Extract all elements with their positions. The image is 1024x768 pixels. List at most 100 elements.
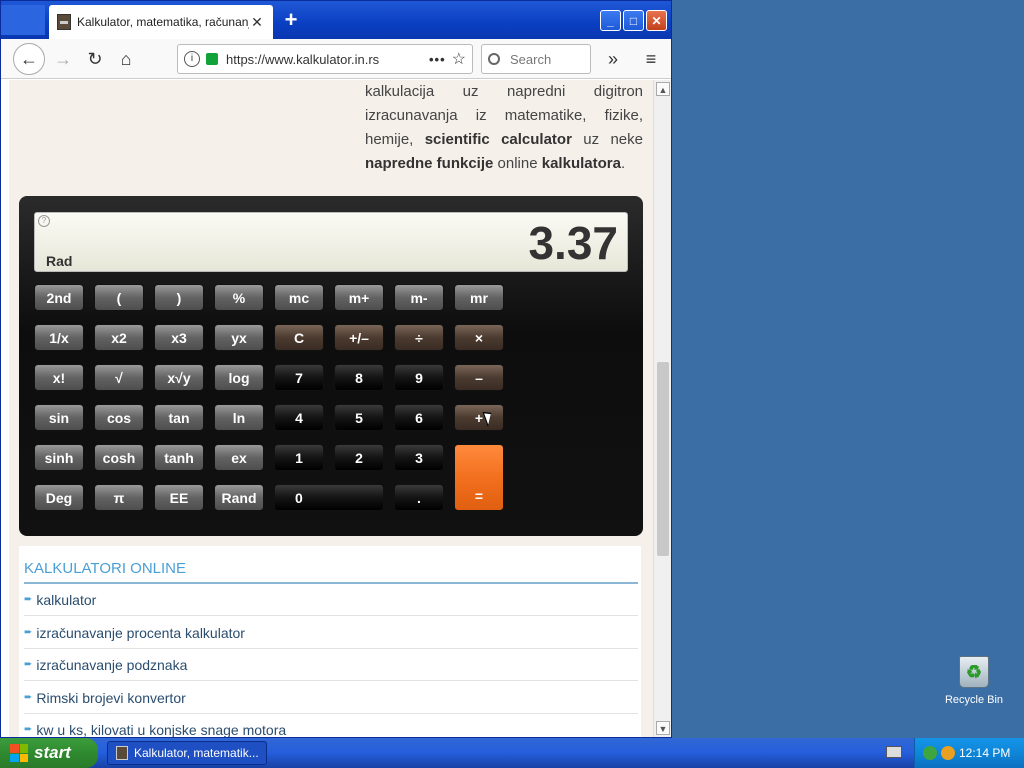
home-icon: ⌂ [120, 48, 132, 69]
key-cube[interactable]: x3 [154, 324, 204, 351]
taskbar: start Kalkulator, matematik... 12:14 PM [0, 738, 1024, 768]
key-square[interactable]: x2 [94, 324, 144, 351]
key-cosh[interactable]: cosh [94, 444, 144, 471]
start-label: start [34, 743, 71, 762]
calculators-list: KALKULATORI ONLINE ➨ kalkulator ➨ izračuna… [19, 546, 641, 737]
back-button[interactable]: ← [13, 43, 45, 75]
keyboard-icon[interactable] [886, 746, 902, 758]
reload-icon: ↻ [87, 48, 103, 69]
key-multiply[interactable]: × [454, 324, 504, 351]
help-icon[interactable]: ? [38, 215, 50, 227]
key-rand[interactable]: Rand [214, 484, 264, 511]
forward-button[interactable]: → [49, 45, 77, 73]
key-close-paren[interactable]: ) [154, 284, 204, 311]
network-icon[interactable] [923, 746, 937, 760]
page-actions-icon[interactable]: ••• [429, 52, 446, 67]
close-button[interactable]: ✕ [646, 10, 667, 31]
scroll-up-icon[interactable]: ▲ [656, 82, 670, 96]
key-1[interactable]: 1 [274, 444, 324, 471]
key-open-paren[interactable]: ( [94, 284, 144, 311]
bookmark-star-icon[interactable]: ☆ [452, 49, 466, 69]
key-sinh[interactable]: sinh [34, 444, 84, 471]
calculator-favicon-icon [116, 746, 128, 760]
overflow-button[interactable]: » [599, 45, 627, 73]
list-item[interactable]: ➨ kalkulator [24, 584, 638, 616]
tab-kalkulator[interactable]: Kalkulator, matematika, računanje ✕ [49, 5, 273, 39]
key-tan[interactable]: tan [154, 404, 204, 431]
key-4[interactable]: 4 [274, 404, 324, 431]
arrow-right-icon: ➨ [24, 594, 33, 605]
key-add[interactable]: + [454, 404, 504, 431]
task-label: Kalkulator, matematik... [134, 746, 259, 760]
tab-strip-left [1, 5, 45, 35]
key-divide[interactable]: ÷ [394, 324, 444, 351]
list-item[interactable]: ➨ Rimski brojevi konvertor [24, 682, 638, 714]
key-ln[interactable]: ln [214, 404, 264, 431]
start-button[interactable]: start [0, 738, 98, 768]
calculators-heading: KALKULATORI ONLINE [24, 560, 186, 577]
title-bar[interactable]: Kalkulator, matematika, računanje ✕ + _ … [1, 1, 671, 39]
search-box[interactable]: Search [481, 44, 591, 74]
address-bar[interactable]: i https://www.kalkulator.in.rs ••• ☆ [177, 44, 473, 74]
key-mc[interactable]: mc [274, 284, 324, 311]
key-reciprocal[interactable]: 1/x [34, 324, 84, 351]
tab-close-icon[interactable]: ✕ [249, 14, 265, 31]
intro-text: kalkulacija uz napredni digitron izracun… [365, 83, 643, 172]
vertical-scrollbar[interactable]: ▲ ▼ [653, 80, 671, 737]
key-5[interactable]: 5 [334, 404, 384, 431]
key-tanh[interactable]: tanh [154, 444, 204, 471]
search-tray-icon[interactable] [941, 746, 955, 760]
minimize-button[interactable]: _ [600, 10, 621, 31]
list-item[interactable]: ➨ kw u ks, kilovati u konjske snage motor… [24, 714, 638, 738]
clock: 12:14 PM [959, 746, 1011, 760]
key-sqrt[interactable]: √ [94, 364, 144, 391]
key-sin[interactable]: sin [34, 404, 84, 431]
scroll-thumb[interactable] [657, 362, 669, 556]
key-equals[interactable]: = [454, 444, 504, 511]
key-m-plus[interactable]: m+ [334, 284, 384, 311]
key-clear[interactable]: C [274, 324, 324, 351]
key-factorial[interactable]: x! [34, 364, 84, 391]
key-percent[interactable]: % [214, 284, 264, 311]
key-6[interactable]: 6 [394, 404, 444, 431]
maximize-button[interactable]: □ [623, 10, 644, 31]
key-sign[interactable]: +/– [334, 324, 384, 351]
key-nth-root[interactable]: x√y [154, 364, 204, 391]
key-deg[interactable]: Deg [34, 484, 84, 511]
key-7[interactable]: 7 [274, 364, 324, 391]
recycle-bin-label: Recycle Bin [944, 694, 1004, 706]
taskbar-item-browser[interactable]: Kalkulator, matematik... [107, 741, 267, 765]
key-8[interactable]: 8 [334, 364, 384, 391]
key-mr[interactable]: mr [454, 284, 504, 311]
key-2nd[interactable]: 2nd [34, 284, 84, 311]
key-pi[interactable]: π [94, 484, 144, 511]
calculator-display: ? Rad 3.37 [34, 212, 628, 272]
window-controls: _ □ ✕ [600, 10, 667, 31]
home-button[interactable]: ⌂ [112, 45, 140, 73]
key-m-minus[interactable]: m- [394, 284, 444, 311]
key-power[interactable]: yx [214, 324, 264, 351]
key-subtract[interactable]: – [454, 364, 504, 391]
key-0[interactable]: 0 [274, 484, 384, 511]
key-3[interactable]: 3 [394, 444, 444, 471]
key-cos[interactable]: cos [94, 404, 144, 431]
hamburger-menu-icon[interactable]: ≡ [637, 45, 665, 73]
key-log[interactable]: log [214, 364, 264, 391]
arrow-right-icon: ➨ [24, 659, 33, 670]
key-exp[interactable]: ex [214, 444, 264, 471]
scroll-down-icon[interactable]: ▼ [656, 721, 670, 735]
key-2[interactable]: 2 [334, 444, 384, 471]
reload-button[interactable]: ↻ [81, 45, 109, 73]
key-ee[interactable]: EE [154, 484, 204, 511]
key-9[interactable]: 9 [394, 364, 444, 391]
list-item[interactable]: ➨ izračunavanje podznaka [24, 649, 638, 681]
page-viewport: kalkulacija uz napredni digitron izracun… [9, 80, 653, 737]
recycle-bin[interactable]: ♻ Recycle Bin [944, 656, 1004, 706]
search-icon [488, 53, 500, 65]
list-item[interactable]: ➨ izračunavanje procenta kalkulator [24, 617, 638, 649]
key-decimal[interactable]: . [394, 484, 444, 511]
new-tab-button[interactable]: + [281, 7, 301, 33]
url-text[interactable]: https://www.kalkulator.in.rs [226, 52, 423, 67]
info-icon[interactable]: i [184, 51, 200, 67]
browser-window: Kalkulator, matematika, računanje ✕ + _ … [0, 0, 672, 738]
